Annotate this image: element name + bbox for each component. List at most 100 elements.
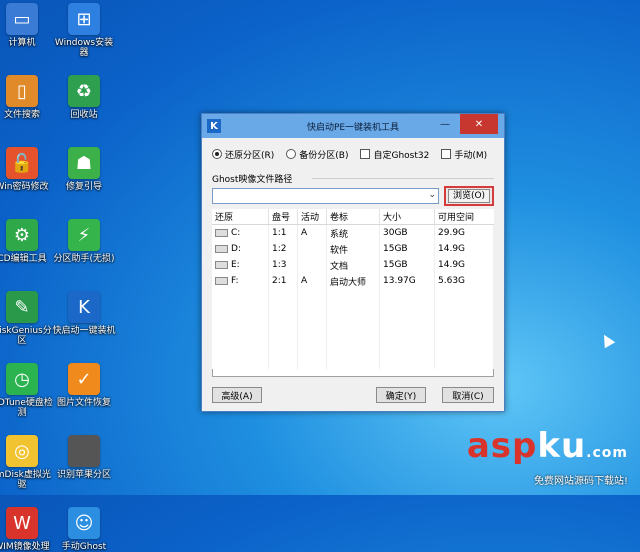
mode-options: 还原分区(R) 备份分区(B) 自定Ghost32 手动(M) [212,147,494,161]
empty-row [212,337,494,353]
col-disk-number[interactable]: 盘号 [268,209,298,225]
empty-cell [434,353,494,369]
recycle-bin-icon: ♻ [68,75,100,107]
empty-cell [434,305,494,321]
empty-cell [379,321,435,337]
watermark-subtitle: 免费网站源码下载站! [533,476,628,487]
cell-free: 29.9G [434,224,494,241]
desktop-icon-runner[interactable]: ☗ 修复引导 [52,147,116,192]
chevron-down-icon[interactable]: ⌄ [428,190,436,200]
restore-partition-label: 还原分区(R) [225,150,275,161]
empty-cell [326,337,380,353]
table-row[interactable]: D: 1:2 软件 15GB 14.9G [212,241,494,257]
cell-label: 系统 [326,224,380,241]
browse-button[interactable]: 浏览(O) [444,186,494,206]
cell-free: 14.9G [434,257,494,273]
desktop-icon-k-logo[interactable]: K 快启动一键装机 [52,291,116,336]
desktop-icon-label: 回收站 [70,110,98,120]
col-free-space[interactable]: 可用空间 [434,209,494,225]
restore-partition-radio[interactable]: 还原分区(R) [212,148,274,161]
empty-cell [268,337,298,353]
empty-cell [379,337,435,353]
desktop-icon-flash[interactable]: ⚡ 分区助手(无损) [52,219,116,264]
table-row[interactable]: C: 1:1 A 系统 30GB 29.9G [212,224,494,241]
desktop-icon-ghost[interactable]: ☺ 手动Ghost [52,507,116,552]
empty-cell [297,337,327,353]
desktop-icon-clock[interactable]: ◷ HDTune硬盘检测 [0,363,54,418]
desktop-icon-gear[interactable]: ⚙ CD编辑工具 [0,219,54,264]
col-active[interactable]: 活动 [297,209,327,225]
desktop-icon-label: 分区助手(无损) [53,254,115,264]
table-row[interactable]: F: 2:1 A 启动大师 13.97G 5.63G [212,273,494,289]
drive-cell: D: [212,241,269,257]
desktop-icon-label: 识别苹果分区 [56,470,111,480]
desktop-icon-wrench[interactable]: ✎ DiskGenius分区 [0,291,54,346]
watermark-part3: .com [586,445,628,461]
browse-label: 浏览(O) [447,189,491,203]
empty-cell [268,353,298,369]
desktop-icon-book[interactable]: ▯ 文件搜索 [0,75,54,120]
empty-cell [379,353,435,369]
desktop-icon-label: 修复引导 [65,182,102,192]
desktop-icon-lock[interactable]: 🔓 Win密码修改 [0,147,54,192]
desktop-icon-windows[interactable]: ⊞ Windows安装器 [52,3,116,58]
drive-letter: D: [231,244,241,254]
drive-icon [215,260,228,269]
ghost-icon: ☺ [68,507,100,539]
desktop-icon-computer[interactable]: ▭ 计算机 [0,3,54,48]
cell-num: 1:3 [268,257,298,273]
desktop-icon-label: HDTune硬盘检测 [0,398,53,418]
cell-active: A [297,273,327,289]
wrench-icon: ✎ [6,291,38,323]
table-header-row: 还原 盘号 活动 卷标 大小 可用空间 [212,209,494,225]
col-restore[interactable]: 还原 [212,209,269,225]
drive-cell: F: [212,273,269,289]
empty-cell [434,289,494,305]
advanced-button[interactable]: 高级(A) [212,387,262,403]
checkbox-icon [360,149,371,159]
table-row[interactable]: E: 1:3 文档 15GB 14.9G [212,257,494,273]
empty-cell [379,289,435,305]
empty-cell [297,289,327,305]
empty-cell [326,321,380,337]
desktop-icon-shield[interactable]: ✓ 图片文件恢复 [52,363,116,408]
cell-active [297,257,327,273]
drive-icon [215,244,228,253]
radio-selected-icon [212,149,222,159]
minimize-button[interactable]: — [432,114,458,134]
title-bar[interactable]: K 快启动PE一键装机工具 — ✕ [202,114,504,138]
runner-icon: ☗ [68,147,100,179]
lock-icon: 🔓 [6,147,38,179]
drive-icon [215,276,228,285]
desktop-icon-disc[interactable]: ◎ ImDisk虚拟光驱 [0,435,54,490]
empty-cell [297,305,327,321]
close-button[interactable]: ✕ [460,114,498,134]
ok-button[interactable]: 确定(Y) [376,387,426,403]
manual-label: 手动(M) [454,150,488,161]
empty-cell [297,321,327,337]
wim-icon: W [6,507,38,539]
backup-partition-radio[interactable]: 备份分区(B) [286,148,348,161]
auto-ghost32-checkbox[interactable]: 自定Ghost32 [360,148,429,161]
desktop-icon-apple[interactable]: 识别苹果分区 [52,435,116,480]
installer-window: K 快启动PE一键装机工具 — ✕ 还原分区(R) 备份分区(B) 自定Ghos… [201,113,505,412]
col-volume-label[interactable]: 卷标 [326,209,380,225]
desktop-icon-label: ImDisk虚拟光驱 [0,470,51,490]
empty-cell [212,289,269,305]
divider [312,178,494,179]
desktop-icon-wim[interactable]: W WIM镜像处理 [0,507,54,552]
windows-icon: ⊞ [68,3,100,35]
empty-cell [268,289,298,305]
cell-size: 15GB [379,257,435,273]
cell-label: 启动大师 [326,273,380,289]
empty-cell [212,353,269,369]
empty-row [212,321,494,337]
col-size[interactable]: 大小 [379,209,435,225]
cell-active [297,241,327,257]
cell-free: 14.9G [434,241,494,257]
empty-cell [297,353,327,369]
desktop-icon-recycle-bin[interactable]: ♻ 回收站 [52,75,116,120]
manual-checkbox[interactable]: 手动(M) [441,148,487,161]
image-path-combobox[interactable]: ⌄ [212,188,439,204]
cancel-button[interactable]: 取消(C) [442,387,494,403]
